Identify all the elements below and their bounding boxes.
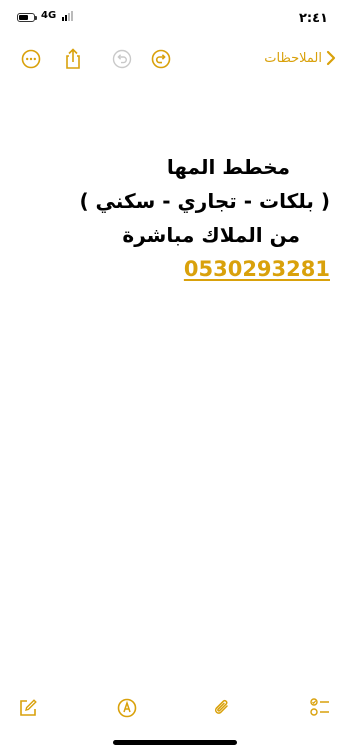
status-time: ٢:٤١ [298, 11, 328, 26]
compose-icon [20, 699, 37, 716]
attachment-icon [214, 699, 228, 714]
checklist-icon [310, 698, 329, 716]
back-label: الملاحظات [264, 50, 322, 66]
battery-icon [17, 13, 35, 22]
undo-button[interactable] [111, 48, 133, 70]
note-line-title: مخطط المها [166, 155, 290, 179]
nav-bar: الملاحظات [0, 44, 350, 74]
checklist-button[interactable] [308, 696, 332, 720]
more-button[interactable] [20, 48, 42, 70]
attachment-button[interactable] [210, 696, 234, 720]
bottom-toolbar [0, 690, 350, 726]
home-indicator [113, 740, 237, 745]
share-button[interactable] [62, 48, 84, 70]
back-button[interactable]: الملاحظات [264, 50, 336, 66]
redo-icon [151, 49, 171, 69]
more-icon [21, 49, 41, 69]
battery-tip [35, 16, 37, 20]
undo-icon [112, 49, 132, 69]
markup-button[interactable] [115, 696, 139, 720]
note-line-types: ( بلكات - تجاري - سكني ) [79, 189, 330, 213]
share-icon [66, 48, 80, 69]
signal-icon [62, 11, 73, 21]
redo-button[interactable] [150, 48, 172, 70]
markup-pen-icon [117, 698, 137, 718]
phone-link[interactable]: 0530293281 [60, 252, 330, 286]
status-bar: 4G ٢:٤١ [0, 0, 350, 40]
network-type: 4G [41, 10, 57, 21]
note-line-owners: من الملاك مباشرة [122, 223, 300, 247]
note-body[interactable]: مخطط المها ( بلكات - تجاري - سكني ) من ا… [60, 150, 330, 286]
compose-button[interactable] [16, 696, 40, 720]
back-chevron-icon [326, 50, 336, 66]
